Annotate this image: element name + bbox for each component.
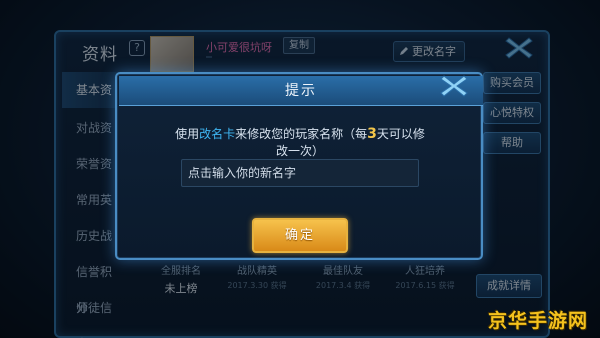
dialog-header: 提示: [119, 76, 483, 106]
days-highlight: 3: [367, 126, 377, 142]
game-scene: 资料 ? 小可爱很坑呀 复制 更改名字 基本资 对战资 荣誉资 常用英 历史战 …: [0, 0, 600, 338]
watermark: 京华手游网: [488, 310, 589, 332]
rename-card-highlight: 改名卡: [199, 127, 236, 141]
confirm-button[interactable]: 确定: [252, 218, 348, 253]
message-text: 使用: [175, 127, 200, 141]
dialog-title: 提示: [285, 83, 317, 99]
close-icon[interactable]: [438, 72, 470, 100]
new-name-input[interactable]: 点击输入你的新名字: [181, 159, 419, 187]
message-text: 来修改您的玩家名称（每: [235, 127, 368, 141]
dialog-message: 使用改名卡来修改您的玩家名称（每3天可以修改一次）: [170, 126, 430, 160]
